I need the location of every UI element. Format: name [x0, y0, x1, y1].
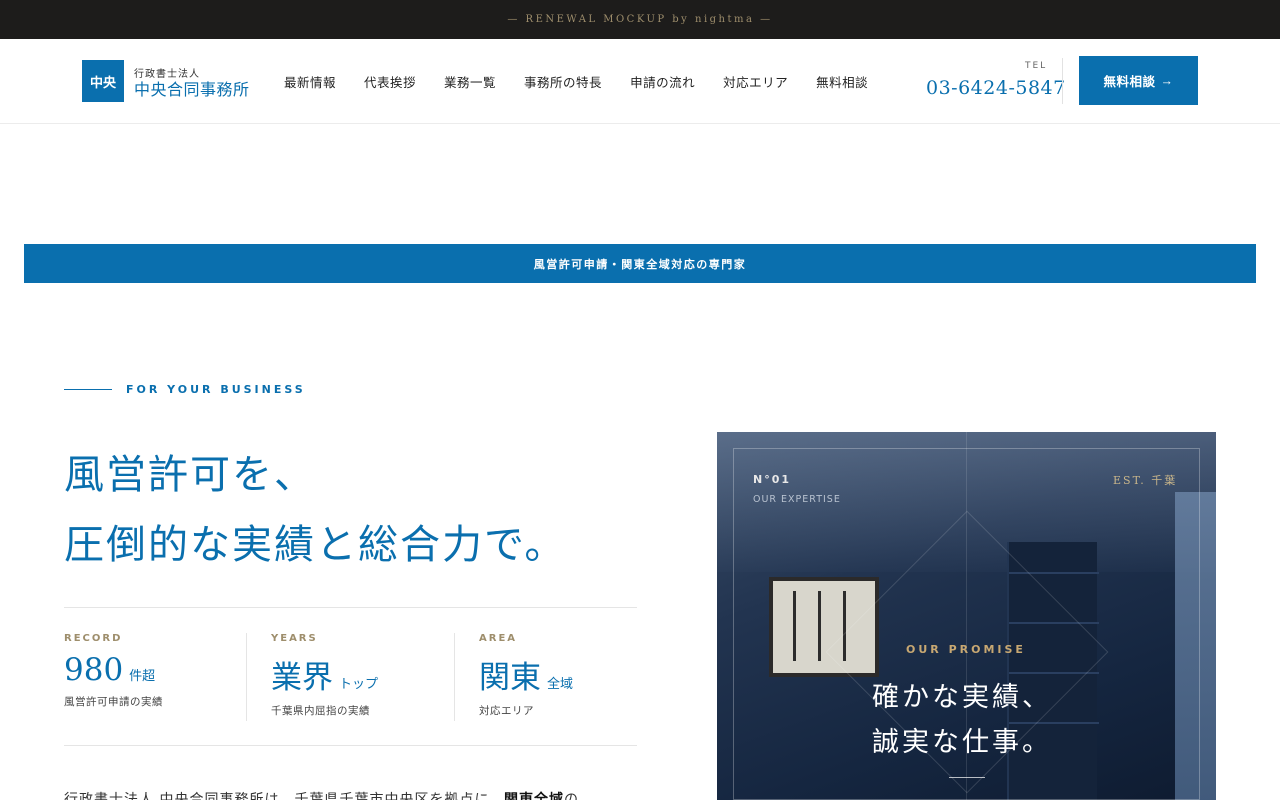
stat-separator	[454, 633, 455, 721]
header-divider	[1062, 58, 1063, 104]
stat-unit: 全域	[547, 677, 574, 692]
stat-unit: トップ	[339, 677, 379, 692]
stat-record: RECORD 980 件超 風営許可申請の実績	[64, 633, 163, 721]
stat-area: AREA 関東 全域 対応エリア	[479, 633, 573, 721]
logo-mark[interactable]: 中央	[82, 60, 124, 102]
stats-divider-bottom	[64, 745, 637, 746]
stat-years: YEARS 業界 トップ 千葉県内屈指の実績	[271, 633, 378, 721]
nav-item-area[interactable]: 対応エリア	[723, 72, 788, 91]
logo-title[interactable]: 中央合同事務所	[134, 76, 250, 100]
stat-description: 風営許可申請の実績	[64, 696, 163, 708]
nav-item-consult[interactable]: 無料相談	[816, 72, 868, 91]
hero-headline-line1: 風営許可を、	[64, 452, 316, 498]
site-header: 中央 行政書士法人 中央合同事務所 最新情報 代表挨拶 業務一覧 事務所の特長 …	[0, 39, 1280, 124]
eyebrow-line	[64, 389, 112, 390]
card-promise-label: OUR PROMISE	[906, 643, 1026, 656]
free-consult-label: 無料相談	[1103, 75, 1156, 89]
stat-value: 関東 全域	[479, 660, 574, 696]
body-text-highlight: 関東全域	[504, 792, 565, 800]
office-image-card: N°01 OUR EXPERTISE EST. 千葉 OUR PROMISE 確…	[717, 432, 1216, 800]
arrow-right-icon: →	[1160, 73, 1174, 88]
main-nav: 最新情報 代表挨拶 業務一覧 事務所の特長 申請の流れ 対応エリア 無料相談	[284, 72, 868, 91]
renewal-banner: — RENEWAL MOCKUP by nightma —	[0, 0, 1280, 39]
hero-headline-line2: 圧倒的な実績と総合力で。	[64, 522, 567, 568]
stat-label: AREA	[479, 633, 518, 644]
tel-number[interactable]: 03-6424-5847	[926, 77, 1066, 99]
free-consult-button[interactable]: 無料相談 →	[1079, 56, 1198, 105]
hero-headline: 風営許可を、 圧倒的な実績と総合力で。	[64, 440, 566, 580]
nav-item-features[interactable]: 事務所の特長	[524, 72, 602, 91]
hero-eyebrow: FOR YOUR BUSINESS	[126, 383, 306, 396]
card-est-label: EST. 千葉	[1113, 474, 1178, 487]
specialty-strip: 風営許可申請・関東全域対応の専門家	[24, 244, 1256, 283]
stat-separator	[246, 633, 247, 721]
stat-value: 業界 トップ	[271, 660, 379, 696]
hero-body-text: 行政書士法人 中央合同事務所は、千葉県千葉市中央区を拠点に、関東全域の	[64, 789, 579, 800]
nav-item-services[interactable]: 業務一覧	[444, 72, 496, 91]
nav-item-greeting[interactable]: 代表挨拶	[364, 72, 416, 91]
card-number: N°01	[753, 473, 792, 486]
card-promise-text: 確かな実績、 誠実な仕事。	[872, 682, 1052, 758]
tel-label: TEL	[1025, 61, 1048, 71]
card-promise-underline	[949, 777, 985, 778]
renewal-banner-text: — RENEWAL MOCKUP by nightma —	[507, 14, 773, 25]
specialty-strip-text: 風営許可申請・関東全域対応の専門家	[533, 257, 747, 271]
stat-label: RECORD	[64, 633, 123, 644]
card-expertise-label: OUR EXPERTISE	[753, 494, 841, 505]
stat-description: 千葉県内屈指の実績	[271, 705, 370, 717]
stat-label: YEARS	[271, 633, 318, 644]
stat-description: 対応エリア	[479, 705, 534, 717]
stat-unit: 件超	[129, 669, 156, 684]
nav-item-news[interactable]: 最新情報	[284, 72, 336, 91]
nav-item-flow[interactable]: 申請の流れ	[630, 72, 695, 91]
stat-value: 980 件超	[64, 652, 156, 688]
stats-divider-top	[64, 607, 637, 608]
